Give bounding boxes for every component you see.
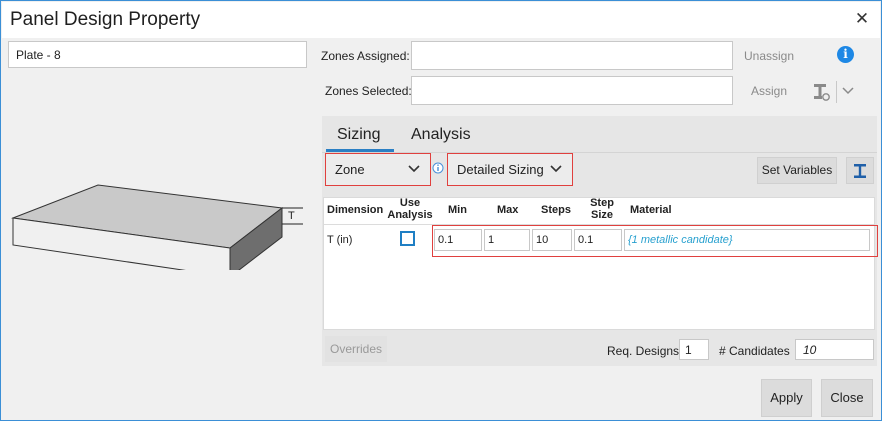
panel-design-property-dialog: Panel Design Property ✕ Plate - 8 T Zone… <box>0 0 882 421</box>
title-bar: Panel Design Property ✕ <box>2 2 880 38</box>
tab-sizing[interactable]: Sizing <box>337 126 381 144</box>
scope-dropdown[interactable]: Zone <box>325 153 431 186</box>
assign-separator <box>836 81 837 103</box>
apply-button[interactable]: Apply <box>761 379 812 417</box>
close-button[interactable]: Close <box>821 379 873 417</box>
req-designs-input[interactable]: 1 <box>679 339 709 360</box>
info-icon[interactable]: i <box>837 46 854 63</box>
unassign-button[interactable]: Unassign <box>744 49 794 63</box>
zones-assigned-label: Zones Assigned: <box>321 49 410 63</box>
info-small-icon[interactable] <box>432 162 444 174</box>
i-beam-button[interactable] <box>846 157 874 184</box>
candidates-label: # Candidates <box>719 344 790 358</box>
close-icon[interactable]: ✕ <box>854 10 870 27</box>
sizing-panel: Sizing Analysis Zone Detailed Sizing Set… <box>322 116 878 366</box>
scope-dropdown-value: Zone <box>335 162 365 177</box>
col-use-analysis-line2: Analysis <box>387 209 433 221</box>
chevron-down-icon <box>550 165 562 173</box>
chevron-down-icon <box>408 165 420 173</box>
sizing-method-value: Detailed Sizing <box>457 162 544 177</box>
min-input[interactable]: 0.1 <box>434 229 482 251</box>
use-analysis-checkbox[interactable] <box>400 231 415 246</box>
req-designs-label: Req. Designs <box>607 344 680 358</box>
set-variables-button[interactable]: Set Variables <box>757 157 837 184</box>
plate-illustration <box>11 184 303 270</box>
col-steps: Steps <box>541 204 571 216</box>
step-size-input[interactable]: 0.1 <box>574 229 622 251</box>
col-use-analysis-line1: Use <box>399 197 421 209</box>
col-min: Min <box>448 204 467 216</box>
row-dimension: T (in) <box>327 234 353 246</box>
i-beam-filter-icon[interactable] <box>812 82 832 102</box>
zones-assigned-field[interactable] <box>411 41 733 70</box>
zones-selected-label: Zones Selected: <box>325 84 412 98</box>
candidates-input[interactable]: 10 <box>795 339 874 360</box>
left-pane: Plate - 8 T <box>2 38 312 371</box>
col-step-size-line1: Step <box>590 197 614 209</box>
col-step-size-line2: Size <box>590 209 613 221</box>
assign-button[interactable]: Assign <box>751 84 787 98</box>
col-use-analysis: Use Analysis <box>387 197 433 221</box>
sizing-method-dropdown[interactable]: Detailed Sizing <box>447 153 573 186</box>
chevron-down-icon[interactable] <box>841 85 855 97</box>
panel-name-field[interactable]: Plate - 8 <box>8 41 307 68</box>
col-step-size: Step Size <box>589 197 615 221</box>
material-field[interactable]: {1 metallic candidate} <box>624 229 870 251</box>
sizing-grid: Dimension Use Analysis Min Max Steps Ste… <box>323 197 878 330</box>
col-dimension: Dimension <box>327 204 384 216</box>
material-candidate-link[interactable]: {1 metallic candidate} <box>628 234 733 246</box>
zones-selected-field[interactable] <box>411 76 733 105</box>
overrides-button[interactable]: Overrides <box>325 336 387 362</box>
i-beam-icon <box>854 164 866 178</box>
tab-analysis[interactable]: Analysis <box>411 126 471 144</box>
steps-input[interactable]: 10 <box>532 229 572 251</box>
thickness-label: T <box>288 210 295 222</box>
col-max: Max <box>497 204 519 216</box>
dialog-title: Panel Design Property <box>10 9 201 30</box>
max-input[interactable]: 1 <box>484 229 530 251</box>
col-material: Material <box>630 204 672 216</box>
